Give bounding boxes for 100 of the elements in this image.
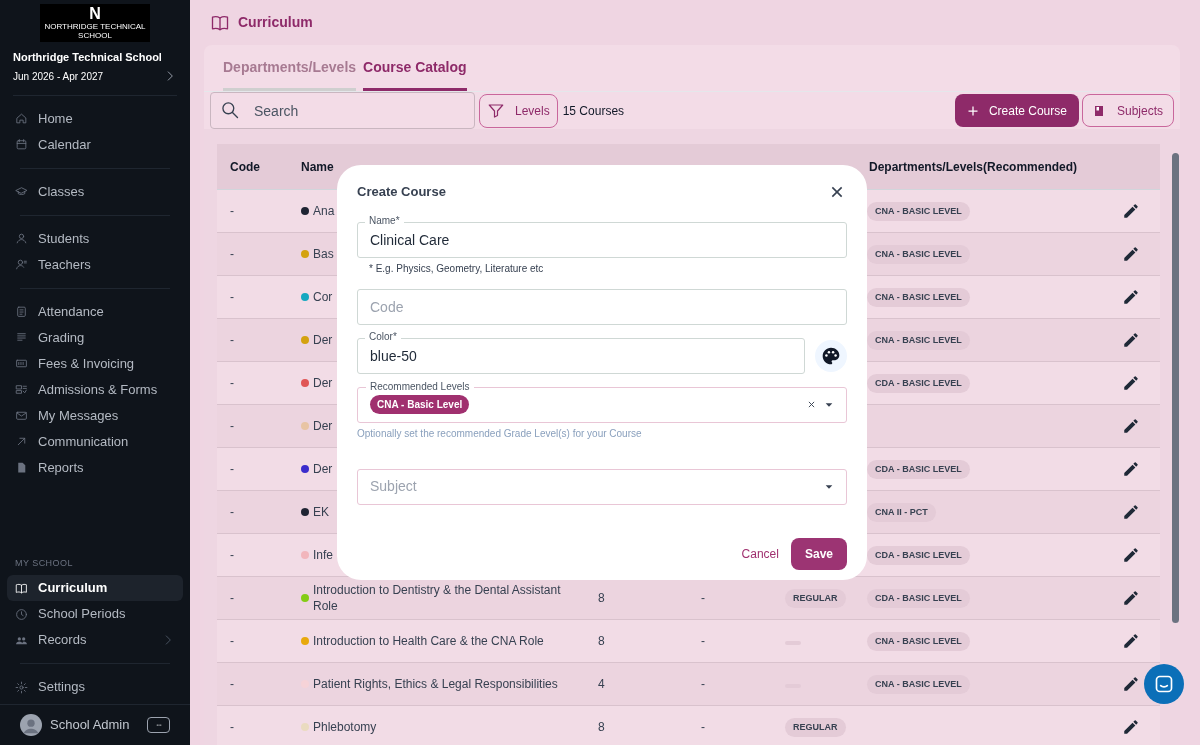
table-cell-text: - — [229, 332, 235, 349]
clock-icon — [15, 607, 28, 621]
tab[interactable]: Course Catalog — [363, 44, 467, 91]
dialog-title: Create Course — [357, 183, 446, 201]
edit-button[interactable] — [1122, 632, 1140, 650]
nav-item[interactable]: Settings — [7, 674, 183, 700]
course-name[interactable]: Introduction to Health Care & the CNA Role — [313, 633, 544, 649]
table-cell: 8 — [598, 720, 605, 734]
nav-item[interactable]: Calendar — [7, 131, 183, 158]
input-field[interactable]: Code — [357, 288, 847, 325]
level-tag: CNA - BASIC LEVEL — [867, 674, 970, 695]
table-cell-text: - — [229, 590, 235, 607]
logo-caption: NORTHRIDGE TECHNICAL SCHOOL — [43, 22, 147, 40]
nav-item[interactable]: Fees & Invoicing — [7, 350, 183, 377]
person-icon — [15, 258, 28, 271]
course-name[interactable]: EK — [313, 504, 329, 520]
school-year[interactable]: Jun 2026 - Apr 2027 — [13, 68, 104, 84]
course-name[interactable]: Bas — [313, 246, 334, 262]
edit-button[interactable] — [1122, 417, 1140, 435]
course-name[interactable]: Infe — [313, 547, 333, 563]
edit-button[interactable] — [1122, 245, 1140, 263]
course-name[interactable]: Der — [313, 332, 333, 348]
level-tag: CNA - BASIC LEVEL — [867, 244, 970, 265]
color-picker-button[interactable] — [815, 339, 847, 372]
levels-filter-button[interactable]: Levels — [479, 93, 558, 128]
edit-button[interactable] — [1122, 675, 1140, 693]
mail-icon — [15, 409, 28, 422]
table-cell: - — [701, 720, 705, 734]
gear-icon — [15, 680, 28, 694]
level-chip[interactable]: CNA - Basic Level — [370, 395, 470, 414]
pencil-icon — [1122, 460, 1140, 478]
nav-item[interactable]: Home — [7, 105, 183, 132]
table-cell-text: - — [229, 547, 235, 564]
table-cell: - — [701, 634, 705, 648]
edit-button[interactable] — [1122, 718, 1140, 736]
book-icon — [15, 581, 28, 595]
edit-button[interactable] — [1122, 374, 1140, 392]
section-heading: MY SCHOOL — [14, 556, 74, 570]
nav-item[interactable]: School Periods — [7, 601, 183, 627]
cancel-button[interactable]: Cancel — [739, 545, 781, 563]
nav-item[interactable]: Curriculum — [7, 575, 183, 601]
course-name[interactable]: Phlebotomy — [313, 719, 377, 735]
page-title: Curriculum — [238, 13, 313, 32]
nav-item[interactable]: Teachers — [7, 251, 183, 278]
edit-button[interactable] — [1122, 202, 1140, 220]
save-button[interactable]: Save — [790, 538, 847, 570]
nav-item[interactable]: Reports — [7, 454, 183, 481]
edit-button[interactable] — [1122, 331, 1140, 349]
edit-button[interactable] — [1122, 288, 1140, 306]
clipboard-icon — [15, 305, 28, 318]
course-name[interactable]: Der — [313, 375, 333, 391]
course-name[interactable]: Der — [313, 418, 333, 434]
edit-button[interactable] — [1122, 460, 1140, 478]
form-icon — [15, 383, 28, 396]
nav-item[interactable]: Communication — [7, 428, 183, 455]
table-cell: 8 — [598, 591, 605, 605]
nav-item[interactable]: Attendance — [7, 298, 183, 325]
level-tag: CNA - BASIC LEVEL — [867, 631, 970, 652]
user-name: School Admin — [50, 716, 130, 735]
level-tag: CDA - BASIC LEVEL — [867, 459, 970, 480]
course-name[interactable]: Patient Rights, Ethics & Legal Responsibilities — [313, 676, 558, 692]
course-name[interactable]: Der — [313, 461, 333, 477]
pencil-icon — [1122, 245, 1140, 263]
pencil-icon — [1122, 288, 1140, 306]
chat-icon — [1154, 674, 1174, 694]
table-cell-text: - — [229, 203, 235, 220]
course-name[interactable]: Introduction to Dentistry & the Dental Assistant Role — [313, 582, 576, 614]
clear-icon — [807, 400, 816, 409]
edit-button[interactable] — [1122, 589, 1140, 607]
table-cell: - — [701, 591, 705, 605]
table-cell-text: - — [229, 633, 235, 650]
list-icon — [15, 331, 28, 344]
person-icon — [15, 232, 28, 245]
column-header: Name — [301, 158, 335, 176]
table-cell-text: - — [229, 719, 235, 736]
edit-button[interactable] — [1122, 503, 1140, 521]
calendar-icon — [15, 138, 28, 151]
nav-item[interactable]: Classes — [7, 178, 183, 205]
search-field[interactable]: Search — [210, 92, 475, 129]
edit-button[interactable] — [1122, 546, 1140, 564]
course-count: 15 Courses — [562, 102, 625, 120]
table-cell-text: - — [229, 289, 235, 306]
field-placeholder: Subject — [370, 477, 417, 496]
nav-item[interactable]: Students — [7, 225, 183, 252]
document-icon — [15, 461, 28, 474]
subjects-button[interactable]: Subjects — [1081, 94, 1174, 127]
create-course-button[interactable]: Create Course — [954, 94, 1079, 127]
course-name[interactable]: Cor — [313, 289, 333, 305]
table-cell-text: - — [229, 375, 235, 392]
level-tag: CDA - BASIC LEVEL — [867, 588, 970, 609]
pencil-icon — [1122, 374, 1140, 392]
nav-item[interactable]: Records — [7, 627, 183, 653]
column-header: Code — [229, 158, 261, 176]
nav-item[interactable]: My Messages — [7, 402, 183, 429]
table-cell: 4 — [598, 677, 605, 691]
nav-item[interactable]: Grading — [7, 324, 183, 351]
palette-icon — [821, 345, 841, 366]
course-name[interactable]: Ana — [313, 203, 335, 219]
nav-item[interactable]: Admissions & Forms — [7, 376, 183, 403]
more-button[interactable] — [147, 717, 170, 733]
